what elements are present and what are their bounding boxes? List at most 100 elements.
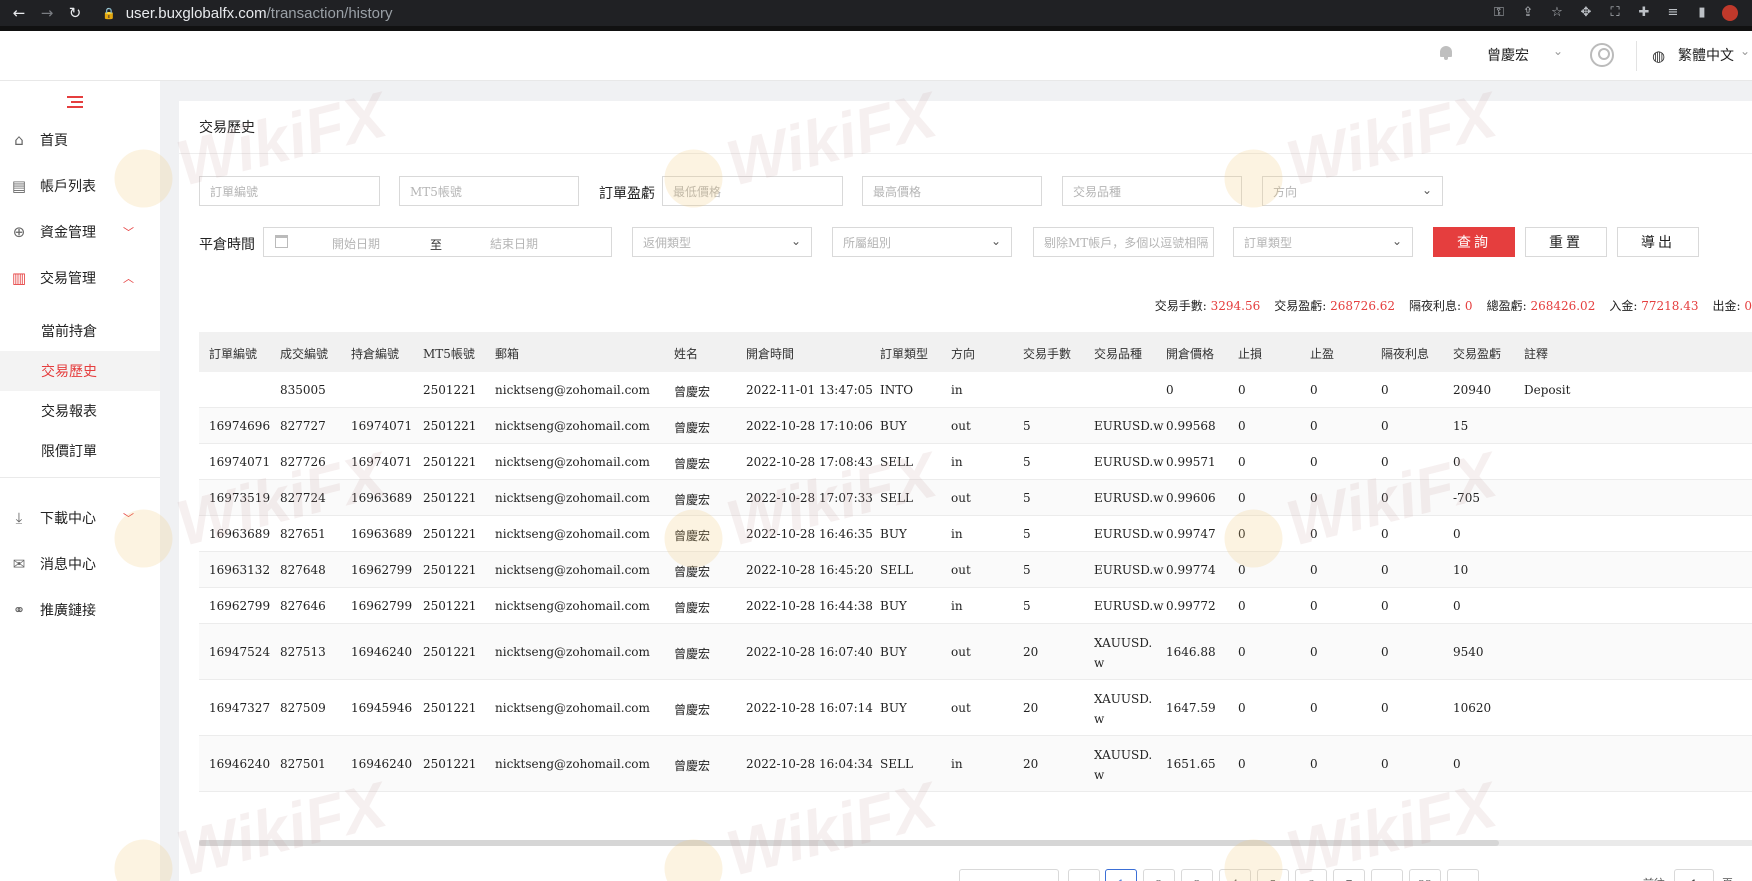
page-button[interactable]: 3 — [1181, 869, 1213, 881]
table-row[interactable]: 16963132 827648 16962799 2501221 nicktseng@z… — [199, 552, 1752, 588]
col-open-time: 2022-10-28 16:04:34 — [746, 757, 873, 771]
sidebar-sub-positions[interactable]: 當前持倉 — [0, 311, 160, 351]
forward-icon[interactable]: → — [38, 4, 56, 22]
chevron-down-icon[interactable]: ⌄ — [1553, 44, 1563, 58]
col-name: 曾慶宏 — [674, 759, 711, 773]
reset-button[interactable]: 重置 — [1525, 227, 1607, 257]
page-size-select[interactable]: 10項/頁 — [959, 869, 1059, 881]
address-bar[interactable]: 🔒 user.buxglobalfx.com/transaction/histo… — [102, 5, 393, 22]
page-button[interactable]: 1 — [1105, 869, 1137, 881]
playlist-icon[interactable]: ≡ — [1664, 6, 1682, 20]
query-button[interactable]: 查詢 — [1433, 227, 1515, 257]
sidebar-item-messages[interactable]: ✉ 消息中心 — [0, 544, 160, 584]
page-button[interactable]: 33 — [1409, 869, 1441, 881]
group-select[interactable]: 所屬組別 ⌄ — [832, 227, 1012, 257]
min-price-input[interactable]: 最低價格 — [662, 176, 843, 206]
start-date-input[interactable]: 開始日期 — [332, 235, 380, 252]
col-open-time: 2022-10-28 16:45:20 — [746, 563, 873, 577]
export-button[interactable]: 導出 — [1617, 227, 1699, 257]
screenshot-icon[interactable]: ⛶ — [1606, 6, 1624, 20]
page-button[interactable]: 2 — [1143, 869, 1175, 881]
sidebar-item-funds[interactable]: ⊕ 資金管理 ﹀ — [0, 212, 160, 252]
summary-value: 3294.56 — [1210, 299, 1261, 313]
menu-collapse-icon[interactable] — [67, 96, 83, 110]
share-icon[interactable]: ⇪ — [1519, 6, 1537, 20]
max-price-input[interactable]: 最高價格 — [862, 176, 1042, 206]
date-range-picker[interactable]: 開始日期 至 結束日期 — [263, 227, 612, 257]
table-row[interactable]: 16974071 827726 16974071 2501221 nicktseng@z… — [199, 444, 1752, 480]
rebate-type-value: 返佣類型 — [643, 235, 692, 250]
exclude-mt5-input[interactable]: 剔除MT帳戶，多個以逗號相隔 — [1033, 227, 1214, 257]
sidebar-sub-history[interactable]: 交易歷史 — [0, 351, 160, 391]
page-button[interactable]: 7 — [1333, 869, 1365, 881]
col-name: 曾慶宏 — [674, 421, 711, 435]
col-email: nicktseng@zohomail.com — [495, 383, 650, 397]
symbol-input[interactable]: 交易品種 — [1062, 176, 1242, 206]
summary-value: 77218.43 — [1641, 299, 1699, 313]
user-name[interactable]: 曾慶宏 — [1487, 45, 1529, 65]
key-icon[interactable]: ⚿ — [1490, 6, 1508, 20]
globe-icon[interactable]: ◍ — [1652, 47, 1665, 65]
col-swap: 0 — [1381, 757, 1389, 771]
sidebar-item-home[interactable]: ⌂ 首頁 — [0, 120, 160, 160]
table-row[interactable]: 16947327 827509 16945946 2501221 nicktseng@z… — [199, 680, 1752, 736]
sidebar-item-trading[interactable]: ▥ 交易管理 ︿ — [0, 258, 160, 298]
back-icon[interactable]: ← — [10, 4, 28, 22]
table-row[interactable]: 16947524 827513 16946240 2501221 nicktseng@z… — [199, 624, 1752, 680]
next-page-icon[interactable]: › — [1447, 869, 1479, 881]
direction-select[interactable]: 方向 ⌄ — [1262, 176, 1443, 206]
order-no-input[interactable]: 訂單編號 — [199, 176, 380, 206]
page-button[interactable]: 4 — [1219, 869, 1251, 881]
table-row[interactable]: 16974696 827727 16974071 2501221 nicktseng@z… — [199, 408, 1752, 444]
sidebar-item-downloads[interactable]: ⤓ 下載中心 ﹀ — [0, 498, 160, 538]
bell-icon[interactable] — [1439, 45, 1453, 61]
table-row[interactable]: 16962799 827646 16962799 2501221 nicktseng@z… — [199, 588, 1752, 624]
page-button[interactable]: ... — [1371, 869, 1403, 881]
sidebar-item-accounts[interactable]: ▤ 帳戶列表 — [0, 166, 160, 206]
reload-icon[interactable]: ↻ — [66, 4, 84, 22]
order-type-select[interactable]: 訂單類型 ⌄ — [1233, 227, 1413, 257]
sidebar-sub-report[interactable]: 交易報表 — [0, 391, 160, 431]
chevron-down-icon[interactable]: ⌄ — [1740, 44, 1750, 58]
end-date-input[interactable]: 結束日期 — [490, 235, 538, 252]
mt5-account-input[interactable]: MT5帳號 — [399, 176, 579, 206]
profile-avatar-icon[interactable] — [1722, 5, 1738, 21]
col-direction: out — [951, 563, 971, 577]
scrollbar-thumb[interactable] — [199, 840, 1499, 846]
col-open-price: 0.99568 — [1166, 419, 1216, 433]
table-row[interactable]: 16963689 827651 16963689 2501221 nicktseng@z… — [199, 516, 1752, 552]
col-position-no: 16963689 — [351, 491, 413, 505]
extensions-icon[interactable]: ✚ — [1635, 6, 1653, 20]
sidebar-sub-limit-orders[interactable]: 限價訂單 — [0, 431, 160, 471]
table-row[interactable]: 16973519 827724 16963689 2501221 nicktseng@z… — [199, 480, 1752, 516]
col-swap-header: 隔夜利息 — [1381, 347, 1430, 361]
goto-label: 前往 — [1643, 875, 1665, 881]
summary-value: 0 — [1744, 299, 1752, 313]
col-email: nicktseng@zohomail.com — [495, 527, 650, 541]
col-name: 曾慶宏 — [674, 457, 711, 471]
sidebar-item-referral[interactable]: ⚭ 推廣鏈接 — [0, 590, 160, 630]
rebate-type-select[interactable]: 返佣類型 ⌄ — [632, 227, 812, 257]
col-deal-no: 835005 — [280, 383, 326, 397]
summary-label: 交易手數: — [1154, 299, 1207, 313]
language-selector[interactable]: 繁體中文 — [1678, 45, 1734, 65]
table-row[interactable]: 16946240 827501 16946240 2501221 nicktseng@z… — [199, 736, 1752, 792]
table-row[interactable]: 835005 2501221 nicktseng@zohomail.com 曾慶宏 20… — [199, 372, 1752, 408]
col-mt5: 2501221 — [423, 599, 477, 613]
col-take-profit: 0 — [1310, 645, 1318, 659]
star-icon[interactable]: ☆ — [1548, 6, 1566, 20]
col-open-time: 2022-10-28 16:07:14 — [746, 701, 873, 715]
col-order-type: SELL — [880, 563, 913, 577]
col-email: nicktseng@zohomail.com — [495, 491, 650, 505]
move-icon[interactable]: ✥ — [1577, 6, 1595, 20]
prev-page-icon[interactable]: ‹ — [1068, 869, 1100, 881]
col-open-time: 2022-10-28 16:07:40 — [746, 645, 873, 659]
page-button[interactable]: 5 — [1257, 869, 1289, 881]
col-deal-no: 827727 — [280, 419, 326, 433]
goto-page-input[interactable]: 1 — [1674, 869, 1714, 881]
sidepanel-icon[interactable]: ▮ — [1693, 6, 1711, 20]
horizontal-scrollbar[interactable] — [199, 840, 1752, 846]
user-avatar-icon[interactable] — [1590, 43, 1614, 67]
page-button[interactable]: 6 — [1295, 869, 1327, 881]
col-order-no: 16946240 — [209, 757, 271, 771]
